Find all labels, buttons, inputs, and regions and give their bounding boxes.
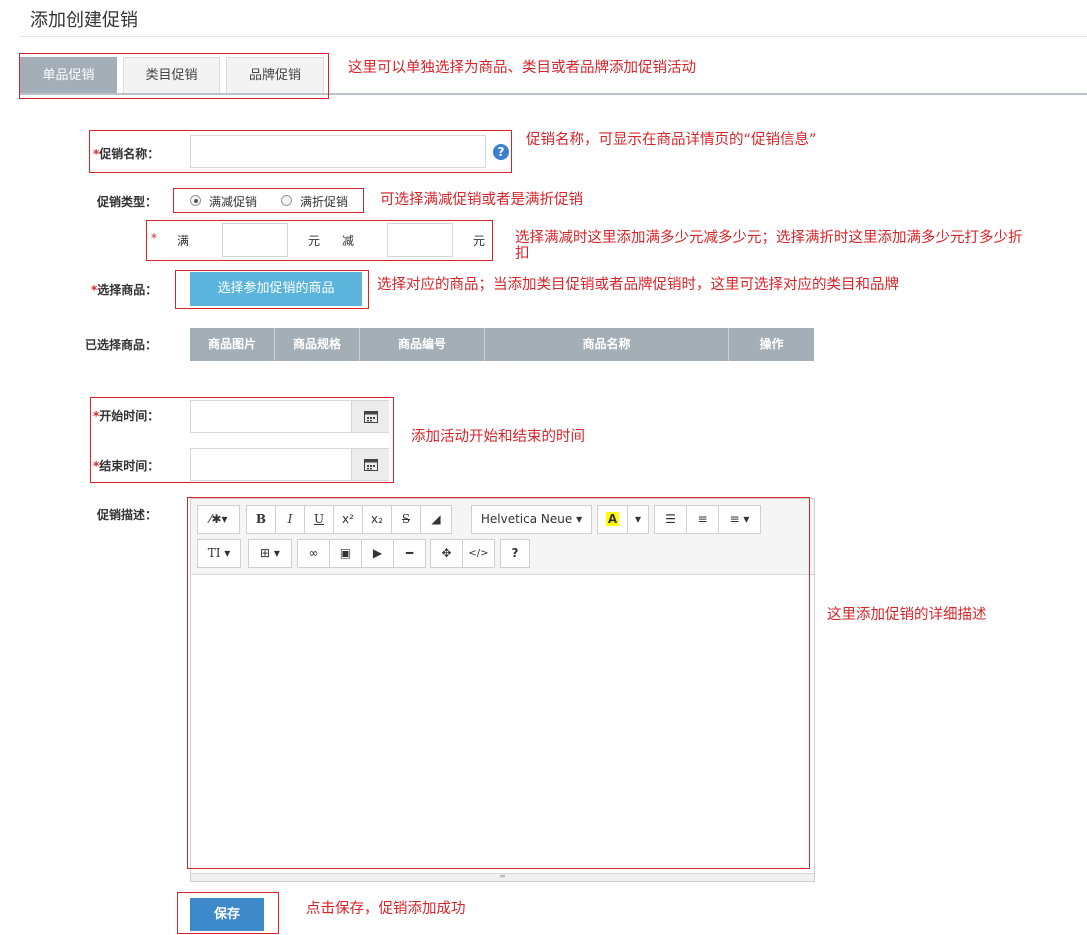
select-products-button[interactable]: 选择参加促销的商品 [190,272,362,306]
editor-highlight-box [187,497,810,869]
save-annotation: 点击保存，促销添加成功 [306,901,466,917]
table-header-name: 商品名称 [485,328,729,361]
radio-full-discount[interactable] [281,195,292,206]
name-label-text: 促销名称： [99,147,160,161]
selected-products-table-header: 商品图片 商品规格 商品编号 商品名称 操作 [190,328,814,361]
rule-annotation-line1: 选择满减时这里添加满多少元减多少元；选择满折时这里添加满多少元打多少折 [515,230,1023,246]
description-annotation: 这里添加促销的详细描述 [827,607,987,623]
table-header-spec: 商品规格 [275,328,360,361]
promotion-name-input[interactable] [190,135,486,168]
time-annotation: 添加活动开始和结束的时间 [411,429,585,445]
radio-full-reduction[interactable] [190,195,201,206]
tabs-annotation: 这里可以单独选择为商品、类目或者品牌添加促销活动 [348,60,696,76]
type-annotation: 可选择满减促销或者是满折促销 [380,192,583,208]
tabs-highlight-box [19,53,329,99]
calendar-icon [363,459,378,471]
end-time-label-text: 结束时间： [99,459,160,473]
rule-annotation: 选择满减时这里添加满多少元减多少元；选择满折时这里添加满多少元打多少折 扣 [515,230,1083,262]
reduction-amount-input[interactable] [387,223,453,257]
start-time-label: *开始时间： [93,407,159,424]
selected-products-label: 已选择商品： [85,338,158,352]
start-calendar-button[interactable] [351,401,389,432]
table-header-action: 操作 [759,337,784,351]
help-icon[interactable]: ? [493,144,509,160]
description-label: 促销描述： [97,508,158,522]
rule-yuan2-text: 元 [473,234,486,248]
name-label: *促销名称： [93,145,159,162]
start-time-label-text: 开始时间： [99,409,160,423]
full-amount-input[interactable] [222,223,288,257]
radio-full-reduction-label[interactable]: 满减促销 [209,193,257,210]
end-time-label: *结束时间： [93,457,159,474]
rule-annotation-line2: 扣 [515,246,530,262]
calendar-icon [363,411,378,423]
save-button[interactable]: 保存 [190,898,264,931]
table-header-code: 商品编号 [360,328,485,361]
product-annotation: 选择对应的商品；当添加类目促销或者品牌促销时，这里可选择对应的类目和品牌 [377,277,899,293]
title-divider [20,36,1087,37]
end-time-field[interactable] [190,448,389,481]
table-header-image: 商品图片 [190,328,275,361]
product-label: *选择商品： [91,281,157,298]
editor-resize-handle[interactable]: ═ [191,873,814,881]
rule-required-mark: * [151,231,157,245]
rule-full-text: 满 [177,234,190,248]
type-label: 促销类型： [97,195,158,209]
name-annotation: 促销名称，可显示在商品详情页的“促销信息” [526,132,817,148]
rule-minus-text: 减 [342,234,355,248]
radio-full-discount-label[interactable]: 满折促销 [300,193,348,210]
page-title: 添加创建促销 [30,10,138,31]
product-label-text: 选择商品： [97,283,158,297]
start-time-field[interactable] [190,400,389,433]
end-calendar-button[interactable] [351,449,389,480]
rule-yuan-text: 元 [308,234,321,248]
